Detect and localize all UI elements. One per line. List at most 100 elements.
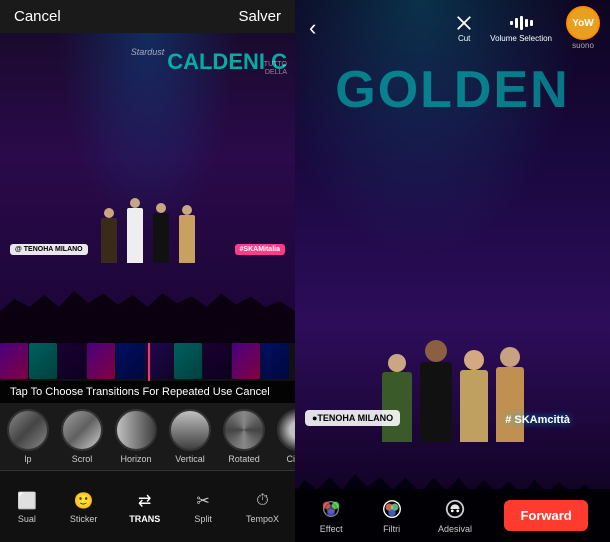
tutto-text: TUTTO DELLA [264,61,287,78]
transition-scroll-label: Scrol [72,454,93,464]
rf-body [382,372,412,442]
trans-icon: ⇄ [134,490,156,512]
rf-head [500,347,520,367]
filtri-icon [378,497,406,521]
right-header-tools: Cut Volume Selection YoW suono [452,6,600,50]
save-button[interactable]: Salver [238,8,281,25]
nav-split[interactable]: ✂ Split [192,490,214,524]
stage-figures [98,198,198,263]
volume-icon [509,13,533,33]
right-tag-skam: # SKAmcittà [505,414,570,426]
nav-sual[interactable]: ⬜ Sual [16,490,38,524]
right-tag-milano: ●TENOHA MILANO [305,410,400,426]
left-header: Cancel Salver [0,0,295,33]
timeline-frames [0,343,289,381]
volume-label: Volume Selection [490,34,552,43]
timeline-frame [174,343,202,379]
transition-circle[interactable]: Circle [274,409,295,464]
figure-head [182,205,192,215]
transition-options: lp Scrol Horizon Vertical Rotated Circle [0,403,295,470]
avatar-tool[interactable]: YoW suono [566,6,600,50]
transition-flip-label: lp [24,454,31,464]
adesival-icon [441,497,469,521]
timeline-frame [58,343,86,379]
right-figure-3 [460,350,488,442]
timeline-frame [116,343,144,379]
rf-body [496,367,524,442]
forward-button[interactable]: Forward [504,500,587,531]
timeline-frame [203,343,231,379]
timeline-strip[interactable] [0,343,295,381]
nav-sual-label: Sual [18,514,36,524]
transition-scroll[interactable]: Scrol [58,409,106,464]
stardust-logo: Stardust [131,47,165,57]
effect-tool[interactable]: Effect [317,497,345,534]
right-golden-text: GOLDEN [295,60,610,120]
suono-label: suono [572,41,594,50]
nav-sticker[interactable]: 🙂 Sticker [70,490,98,524]
transition-horizon[interactable]: Horizon [112,409,160,464]
audience [0,263,295,343]
right-header: ‹ Cut [295,0,610,56]
transition-circle-thumb [277,409,295,451]
adesival-label: Adesival [438,524,472,534]
transition-rotated-label: Rotated [228,454,260,464]
right-stage-figures [328,340,578,442]
figure-head [156,203,166,213]
nav-sticker-label: Sticker [70,514,98,524]
tempo-icon: ⏱ [252,490,274,512]
filtri-label: Filtri [383,524,400,534]
split-icon: ✂ [192,490,214,512]
figure-head [104,208,114,218]
cut-icon [452,13,476,33]
back-button[interactable]: ‹ [305,15,320,41]
right-figure-2 [420,340,452,442]
transition-flip[interactable]: lp [4,409,52,464]
transition-horizon-thumb [115,409,157,451]
transition-scroll-thumb [61,409,103,451]
sticker-icon: 🙂 [73,490,95,512]
tag-milano: @ TENOHA MILANO [10,244,88,255]
figure-2 [124,198,146,263]
rf-head [425,340,447,362]
transition-message: Tap To Choose Transitions For Repeated U… [0,381,295,403]
sual-icon: ⬜ [16,490,38,512]
transition-rotated-thumb [223,409,265,451]
figure-head [130,198,140,208]
right-bottom-toolbar: Effect Filtri Ad [295,489,610,542]
tag-skam: #SKAMitalia [235,244,285,255]
figure-4 [176,205,198,263]
rf-body [420,362,452,442]
transition-rotated[interactable]: Rotated [220,409,268,464]
figure-3 [150,203,172,263]
transition-vertical[interactable]: Vertical [166,409,214,464]
timeline-frame [232,343,260,379]
cut-label: Cut [458,34,470,43]
nav-tempo-label: TempoX [246,514,279,524]
volume-tool[interactable]: Volume Selection [490,13,552,43]
right-figure-1 [382,354,412,442]
right-figure-4 [496,347,524,442]
transition-vertical-label: Vertical [175,454,205,464]
transition-vertical-thumb [169,409,211,451]
nav-tempo[interactable]: ⏱ TempoX [246,490,279,524]
timeline-frame [261,343,289,379]
filtri-tool[interactable]: Filtri [378,497,406,534]
cancel-button[interactable]: Cancel [14,8,61,25]
left-panel: Cancel Salver Stardust CALDENI C TUTTO D… [0,0,295,542]
right-panel: GOLDEN ‹ [295,0,610,542]
transition-circle-label: Circle [286,454,295,464]
timeline-frame [87,343,115,379]
timeline-playhead [148,343,150,381]
transition-horizon-label: Horizon [120,454,151,464]
effect-label: Effect [320,524,343,534]
rf-head [464,350,484,370]
cut-tool[interactable]: Cut [452,13,476,43]
adesival-tool[interactable]: Adesival [438,497,472,534]
bottom-nav: ⬜ Sual 🙂 Sticker ⇄ TRANS ✂ Split ⏱ Tempo… [0,470,295,542]
avatar: YoW [566,6,600,40]
figure-1 [98,208,120,263]
timeline-frame [0,343,28,379]
nav-trans[interactable]: ⇄ TRANS [129,490,160,524]
effect-icon [317,497,345,521]
